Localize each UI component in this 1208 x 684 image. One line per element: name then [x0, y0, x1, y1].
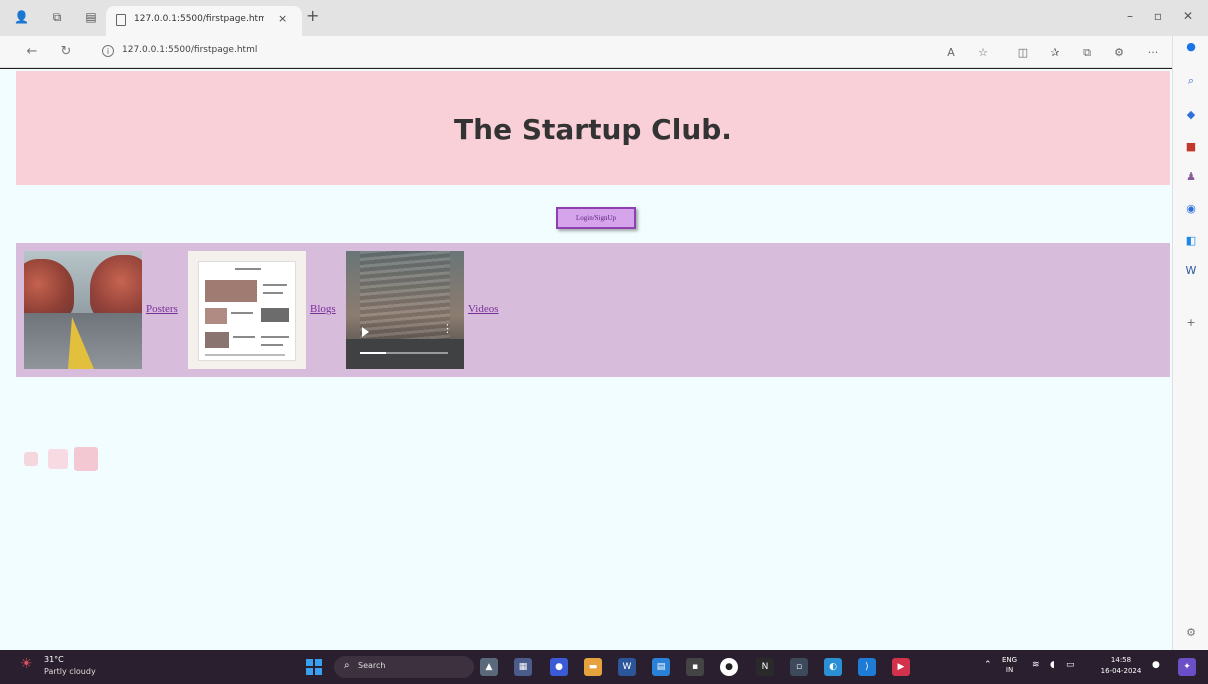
- poster-road-line: [68, 317, 94, 369]
- login-signup-button[interactable]: Login/SignUp: [556, 207, 636, 229]
- url-text[interactable]: 127.0.0.1:5500/firstpage.html: [122, 45, 257, 55]
- favorite-star-icon[interactable]: ☆: [976, 46, 990, 59]
- close-window-button[interactable]: ✕: [1180, 9, 1196, 23]
- browser-toolbar: ← ↻ i 127.0.0.1:5500/firstpage.html A ☆ …: [0, 36, 1208, 68]
- blogs-link[interactable]: Blogs: [310, 303, 336, 315]
- weather-temp: 31°C: [44, 655, 64, 664]
- battery-icon[interactable]: ▭: [1066, 660, 1075, 670]
- favorites-icon[interactable]: ✰: [1048, 46, 1062, 59]
- language-label: ENG: [1002, 656, 1018, 664]
- volume-icon[interactable]: ◖: [1050, 660, 1055, 670]
- word-icon[interactable]: W: [1184, 264, 1198, 278]
- chat-icon[interactable]: ●: [550, 658, 568, 676]
- briefcase-icon[interactable]: ■: [1184, 140, 1198, 154]
- windows-taskbar: ☀ 31°C Partly cloudy ⌕ Search ▲ ▦ ● ▬ W …: [0, 650, 1208, 684]
- address-bar[interactable]: i 127.0.0.1:5500/firstpage.html: [96, 40, 936, 64]
- profile-icon[interactable]: 👤: [14, 10, 29, 24]
- browser-tab-bar: 👤 ⧉ ▤ 127.0.0.1:5500/firstpage.html × + …: [0, 0, 1208, 36]
- tag-icon[interactable]: ◆: [1184, 108, 1198, 122]
- widgets-icon[interactable]: ▦: [514, 658, 532, 676]
- taskbar-search[interactable]: ⌕ Search: [334, 656, 474, 678]
- people-icon[interactable]: ♟: [1184, 170, 1198, 184]
- clock-time: 14:58: [1110, 656, 1132, 664]
- outlook-icon[interactable]: ◧: [1184, 234, 1198, 248]
- split-screen-icon[interactable]: ◫: [1016, 46, 1030, 59]
- file-explorer-icon[interactable]: ▬: [584, 658, 602, 676]
- video-seek-bar[interactable]: [360, 352, 448, 354]
- social-icon-large[interactable]: [74, 447, 98, 471]
- more-options-icon[interactable]: ⋮: [442, 323, 453, 334]
- posters-link[interactable]: Posters: [146, 303, 178, 315]
- page-title: The Startup Club.: [454, 113, 732, 146]
- weather-desc: Partly cloudy: [44, 667, 96, 676]
- office-icon[interactable]: ◉: [1184, 202, 1198, 216]
- weather-icon[interactable]: ☀: [20, 656, 38, 672]
- notion-icon[interactable]: N: [756, 658, 774, 676]
- workspaces-icon[interactable]: ⧉: [50, 10, 64, 24]
- notification-bell-icon[interactable]: ●: [1152, 660, 1160, 670]
- github-icon[interactable]: ●: [720, 658, 738, 676]
- clock-date: 16-04-2024: [1100, 667, 1142, 675]
- edge-sidebar: ● ⌕ ◆ ■ ♟ ◉ ◧ W + ⚙: [1172, 36, 1208, 650]
- social-icon[interactable]: [48, 449, 68, 469]
- language-sublabel: IN: [1005, 666, 1014, 674]
- video-player[interactable]: ⋮: [346, 251, 464, 369]
- blogs-image[interactable]: [188, 251, 306, 369]
- posters-image[interactable]: [24, 251, 142, 369]
- edge-icon[interactable]: ◐: [824, 658, 842, 676]
- search-label: Search: [358, 661, 386, 670]
- add-icon[interactable]: +: [1184, 316, 1198, 330]
- taskview-icon[interactable]: ▲: [480, 658, 498, 676]
- notepad-icon[interactable]: ▤: [652, 658, 670, 676]
- search-icon[interactable]: ⌕: [1184, 74, 1198, 88]
- content-band: Posters Blogs ⋮ Videos: [16, 243, 1170, 377]
- video-controls-bg: [346, 339, 464, 369]
- search-icon: ⌕: [344, 660, 350, 671]
- word-app-icon[interactable]: W: [618, 658, 636, 676]
- videos-link[interactable]: Videos: [468, 303, 499, 315]
- tab-close-icon[interactable]: ×: [278, 12, 287, 25]
- language-indicator[interactable]: ENG IN: [1002, 655, 1017, 675]
- start-button[interactable]: [306, 659, 322, 675]
- poster-tree-right: [90, 255, 142, 321]
- extensions-icon[interactable]: ⚙: [1112, 46, 1126, 59]
- back-icon[interactable]: ←: [24, 44, 40, 59]
- minimize-button[interactable]: –: [1122, 9, 1138, 23]
- refresh-icon[interactable]: ↻: [58, 44, 74, 59]
- maximize-button[interactable]: ▫: [1150, 9, 1166, 23]
- site-info-icon[interactable]: i: [102, 45, 114, 57]
- blog-page-preview: [198, 261, 296, 361]
- more-menu-icon[interactable]: ···: [1146, 46, 1160, 59]
- copilot-icon[interactable]: ●: [1184, 40, 1198, 54]
- media-icon[interactable]: ▶: [892, 658, 910, 676]
- vscode-icon[interactable]: ⟩: [858, 658, 876, 676]
- collections-icon[interactable]: ⧉: [1080, 46, 1094, 60]
- video-seek-fill: [360, 352, 387, 354]
- read-aloud-icon[interactable]: A: [944, 46, 958, 59]
- system-clock[interactable]: 14:58 16-04-2024: [1098, 655, 1144, 677]
- browser-tab[interactable]: 127.0.0.1:5500/firstpage.html ×: [106, 6, 302, 36]
- page-viewport: The Startup Club. Login/SignUp Posters B…: [0, 69, 1172, 650]
- tab-title: 127.0.0.1:5500/firstpage.html: [134, 14, 264, 24]
- new-tab-button[interactable]: +: [306, 8, 319, 24]
- app-icon[interactable]: ▫: [790, 658, 808, 676]
- settings-gear-icon[interactable]: ⚙: [1184, 626, 1198, 640]
- play-icon[interactable]: [362, 327, 369, 337]
- wifi-icon[interactable]: ≋: [1032, 660, 1040, 670]
- video-frame: [360, 251, 450, 343]
- social-icon-small[interactable]: [24, 452, 38, 466]
- tray-chevron-icon[interactable]: ⌃: [984, 660, 992, 670]
- terminal-icon[interactable]: ▪: [686, 658, 704, 676]
- site-header: The Startup Club.: [16, 71, 1170, 185]
- vertical-tabs-icon[interactable]: ▤: [84, 10, 98, 24]
- page-icon: [116, 14, 126, 26]
- copilot-taskbar-icon[interactable]: ✦: [1178, 658, 1196, 676]
